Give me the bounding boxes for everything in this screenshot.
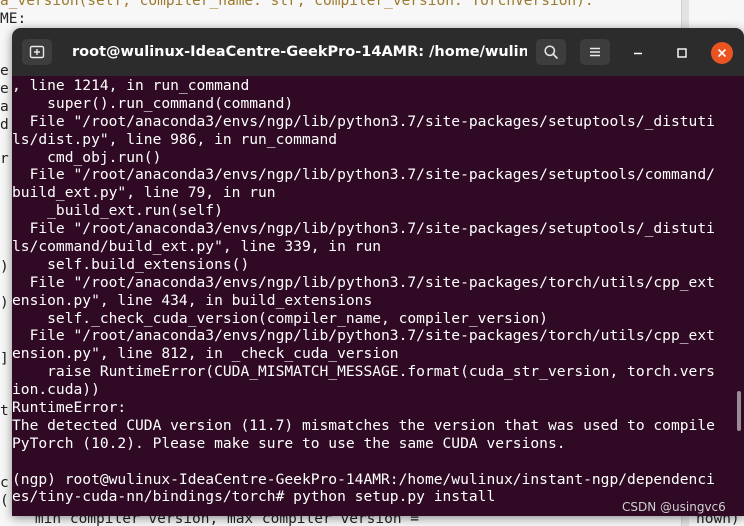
window-title: root@wulinux-IdeaCentre-GeekPro-14AMR: /… [72, 44, 527, 60]
terminal-line: ension.py", line 434, in build_extension… [12, 291, 373, 309]
maximize-icon [677, 48, 687, 58]
search-icon [544, 45, 558, 59]
editor-left-char: t [0, 403, 9, 419]
editor-left-char: c [0, 475, 9, 491]
terminal-line: File "/root/anaconda3/envs/ngp/lib/pytho… [12, 273, 715, 291]
terminal-line: File "/root/anaconda3/envs/ngp/lib/pytho… [12, 220, 715, 238]
editor-left-char: e [0, 63, 9, 79]
terminal-line: ls/dist.py", line 986, in run_command [12, 130, 338, 148]
terminal-line: es/tiny-cuda-nn/bindings/torch# python s… [12, 488, 496, 506]
editor-left-char: d [0, 117, 9, 133]
terminal-line: ension.py", line 812, in _check_cuda_ver… [12, 345, 399, 363]
editor-left-char: e [0, 81, 9, 97]
terminal-line: cmd_obj.run() [12, 148, 162, 166]
close-icon [718, 49, 726, 57]
terminal-line: ls/command/build_ext.py", line 339, in r… [12, 238, 382, 256]
editor-line-function-signature: a_version(self, compiler_name: str, comp… [0, 0, 594, 9]
close-button[interactable] [711, 42, 733, 64]
terminal-line: File "/root/anaconda3/envs/ngp/lib/pytho… [12, 327, 715, 345]
terminal-line: RuntimeError: [12, 399, 127, 417]
terminal-window[interactable]: root@wulinux-IdeaCentre-GeekPro-14AMR: /… [12, 28, 744, 516]
minimize-icon [634, 52, 642, 55]
watermark: CSDN @usingvc6 [622, 500, 726, 514]
maximize-button[interactable] [671, 42, 693, 64]
editor-line-fragment: ME: [0, 11, 27, 27]
terminal-line: File "/root/anaconda3/envs/ngp/lib/pytho… [12, 112, 715, 130]
terminal-line: build_ext.py", line 79, in run [12, 184, 276, 202]
menu-button[interactable] [580, 39, 610, 65]
new-tab-icon [29, 45, 45, 59]
new-tab-button[interactable] [22, 39, 52, 65]
terminal-lines: , line 1214, in run_command super().run_… [12, 77, 715, 506]
editor-left-char: ] [0, 351, 9, 367]
editor-left-char: ) [0, 259, 9, 275]
hamburger-menu-icon [590, 47, 600, 57]
terminal-line: super().run_command(command) [12, 94, 294, 112]
terminal-line: ion.cuda)) [12, 381, 100, 399]
terminal-line: , line 1214, in run_command [12, 77, 250, 94]
terminal-line: self.build_extensions() [12, 255, 250, 273]
terminal-line: File "/root/anaconda3/envs/ngp/lib/pytho… [12, 166, 715, 184]
terminal-title-bar[interactable]: root@wulinux-IdeaCentre-GeekPro-14AMR: /… [12, 28, 744, 76]
editor-left-char: ) [0, 295, 9, 311]
editor-left-char: a [0, 99, 9, 115]
terminal-line: raise RuntimeError(CUDA_MISMATCH_MESSAGE… [12, 363, 715, 381]
terminal-line: (ngp) root@wulinux-IdeaCentre-GeekPro-14… [12, 470, 715, 488]
editor-left-char: ( [0, 493, 9, 509]
minimize-button[interactable] [627, 42, 649, 64]
terminal-line: The detected CUDA version (11.7) mismatc… [12, 416, 715, 434]
editor-left-char: r [0, 151, 9, 167]
terminal-line: self._check_cuda_version(compiler_name, … [12, 309, 548, 327]
terminal-line: _build_ext.run(self) [12, 202, 223, 220]
search-button[interactable] [536, 39, 566, 65]
terminal-output[interactable]: , line 1214, in run_command super().run_… [12, 76, 734, 516]
terminal-line: PyTorch (10.2). Please make sure to use … [12, 434, 566, 452]
terminal-scrollbar[interactable] [737, 391, 741, 431]
